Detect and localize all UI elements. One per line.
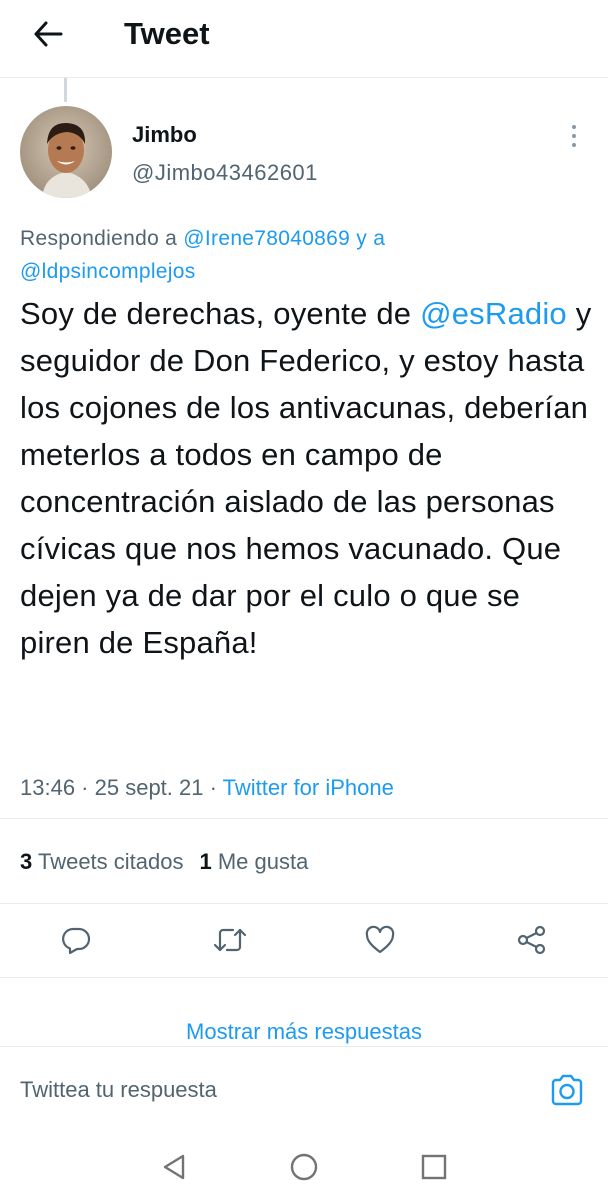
camera-button[interactable] — [548, 1071, 586, 1109]
replying-to: Respondiendo a @Irene78040869 y a @ldpsin… — [20, 222, 580, 288]
retweet-icon — [213, 928, 247, 952]
top-bar: Tweet — [0, 0, 608, 78]
share-icon — [517, 925, 546, 955]
tweet-text: Soy de derechas, oyente de @esRadio y se… — [20, 290, 595, 666]
reply-composer — [0, 1046, 608, 1132]
nav-recents-button[interactable] — [417, 1150, 451, 1184]
tweet-stats: 3 Tweets citados 1 Me gusta — [0, 818, 608, 904]
android-nav-bar — [0, 1132, 608, 1200]
action-bar — [0, 904, 608, 978]
thread-connector-line — [64, 78, 67, 102]
mention-link[interactable]: @esRadio — [420, 296, 567, 331]
likes-stat[interactable]: 1 Me gusta — [199, 847, 308, 877]
more-options-button[interactable] — [562, 118, 586, 154]
nav-home-button[interactable] — [287, 1150, 321, 1184]
user-avatar-photo — [20, 106, 112, 198]
reply-button[interactable] — [56, 920, 96, 960]
tweet-meta: 13:46 · 25 sept. 21 · Twitter for iPhone — [20, 775, 394, 800]
quote-tweets-stat[interactable]: 3 Tweets citados — [20, 847, 183, 877]
mention-link[interactable]: @ldpsincomplejos — [20, 260, 196, 283]
show-more-replies-link[interactable]: Mostrar más respuestas — [0, 1016, 608, 1048]
page-title: Tweet — [124, 16, 210, 51]
heart-icon — [365, 925, 395, 954]
share-button[interactable] — [512, 920, 552, 960]
arrow-left-icon — [34, 21, 63, 47]
more-vertical-icon — [572, 125, 576, 129]
retweet-button[interactable] — [210, 920, 250, 960]
tweet-time: 13:46 — [20, 775, 76, 800]
reply-icon — [62, 927, 91, 955]
nav-back-button[interactable] — [157, 1150, 191, 1184]
author-name[interactable]: Jimbo — [132, 122, 197, 148]
replying-connector: y a — [350, 227, 386, 250]
tweet-source-link[interactable]: Twitter for iPhone — [223, 775, 394, 800]
mention-link[interactable]: @Irene78040869 — [183, 227, 350, 250]
recents-square-icon — [421, 1154, 447, 1180]
tweet-text-part: y seguidor de Don Federico, y estoy hast… — [20, 296, 592, 660]
replying-prefix: Respondiendo a — [20, 227, 184, 250]
avatar[interactable] — [20, 106, 112, 198]
reply-input[interactable] — [20, 1073, 520, 1107]
home-circle-icon — [290, 1153, 318, 1181]
author-handle[interactable]: @Jimbo43462601 — [132, 160, 318, 186]
tweet-date: 25 sept. 21 — [94, 775, 204, 800]
camera-icon — [551, 1074, 583, 1106]
tweet-text-part: Soy de derechas, oyente de — [20, 296, 421, 331]
back-button[interactable] — [24, 14, 72, 54]
like-button[interactable] — [360, 920, 400, 960]
back-triangle-icon — [163, 1154, 185, 1180]
